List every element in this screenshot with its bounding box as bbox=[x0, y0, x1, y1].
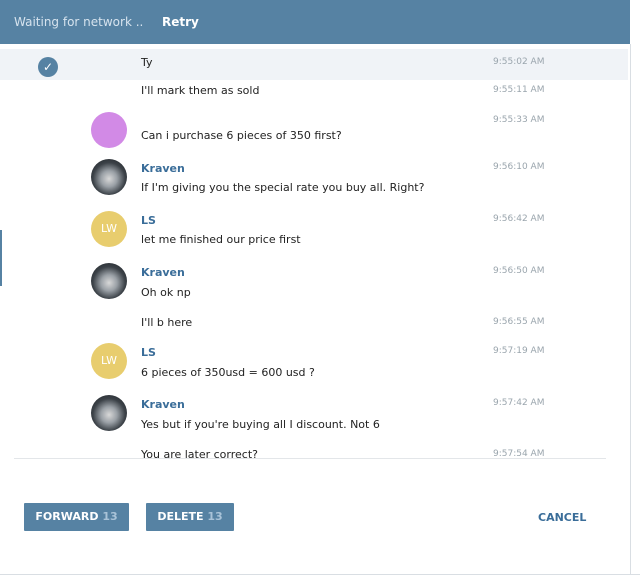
avatar[interactable] bbox=[91, 263, 127, 299]
forward-button[interactable]: FORWARD 13 bbox=[24, 503, 129, 531]
check-icon[interactable]: ✓ bbox=[38, 57, 58, 77]
message-text: Can i purchase 6 pieces of 350 first? bbox=[141, 129, 342, 142]
avatar[interactable] bbox=[91, 395, 127, 431]
cancel-button[interactable]: CANCEL bbox=[538, 511, 586, 524]
message-time: 9:56:50 AM bbox=[493, 266, 545, 276]
sender-name[interactable]: Kraven bbox=[141, 266, 185, 279]
message-time: 9:57:42 AM bbox=[493, 398, 545, 408]
message-text: Oh ok np bbox=[141, 286, 191, 299]
message-text: let me finished our price first bbox=[141, 233, 301, 246]
message-time: 9:55:02 AM bbox=[493, 57, 545, 67]
message-list[interactable]: ✓ Ty 9:55:02 AM I'll mark them as sold 9… bbox=[0, 44, 630, 460]
sender-name[interactable]: LS bbox=[141, 214, 156, 227]
message-time: 9:55:11 AM bbox=[493, 85, 545, 95]
delete-label: DELETE bbox=[157, 510, 204, 523]
bottom-border bbox=[0, 574, 640, 575]
message-text: Ty bbox=[141, 56, 153, 69]
message-text: Yes but if you're buying all I discount.… bbox=[141, 418, 380, 431]
message-text: If I'm giving you the special rate you b… bbox=[141, 181, 425, 194]
message-time: 9:57:19 AM bbox=[493, 346, 545, 356]
message-time: 9:55:33 AM bbox=[493, 115, 545, 125]
message-time: 9:56:42 AM bbox=[493, 214, 545, 224]
avatar[interactable]: LW bbox=[91, 343, 127, 379]
avatar[interactable]: LW bbox=[91, 211, 127, 247]
top-bar: Waiting for network .. Retry bbox=[0, 0, 630, 44]
message-text: 6 pieces of 350usd = 600 usd ? bbox=[141, 366, 315, 379]
avatar[interactable] bbox=[91, 159, 127, 195]
delete-button[interactable]: DELETE 13 bbox=[146, 503, 234, 531]
message-time: 9:56:10 AM bbox=[493, 162, 545, 172]
message-time: 9:56:55 AM bbox=[493, 317, 545, 327]
message-text: I'll mark them as sold bbox=[141, 84, 260, 97]
sender-name[interactable]: Kraven bbox=[141, 398, 185, 411]
forward-label: FORWARD bbox=[35, 510, 99, 523]
retry-button[interactable]: Retry bbox=[162, 15, 199, 29]
sender-name[interactable]: LS bbox=[141, 346, 156, 359]
window-edge bbox=[630, 0, 640, 582]
avatar[interactable] bbox=[91, 112, 127, 148]
divider bbox=[14, 458, 606, 459]
message-text: I'll b here bbox=[141, 316, 193, 329]
forward-count: 13 bbox=[102, 510, 118, 523]
sender-name[interactable]: Kraven bbox=[141, 162, 185, 175]
network-status: Waiting for network .. bbox=[14, 15, 144, 29]
delete-count: 13 bbox=[207, 510, 223, 523]
